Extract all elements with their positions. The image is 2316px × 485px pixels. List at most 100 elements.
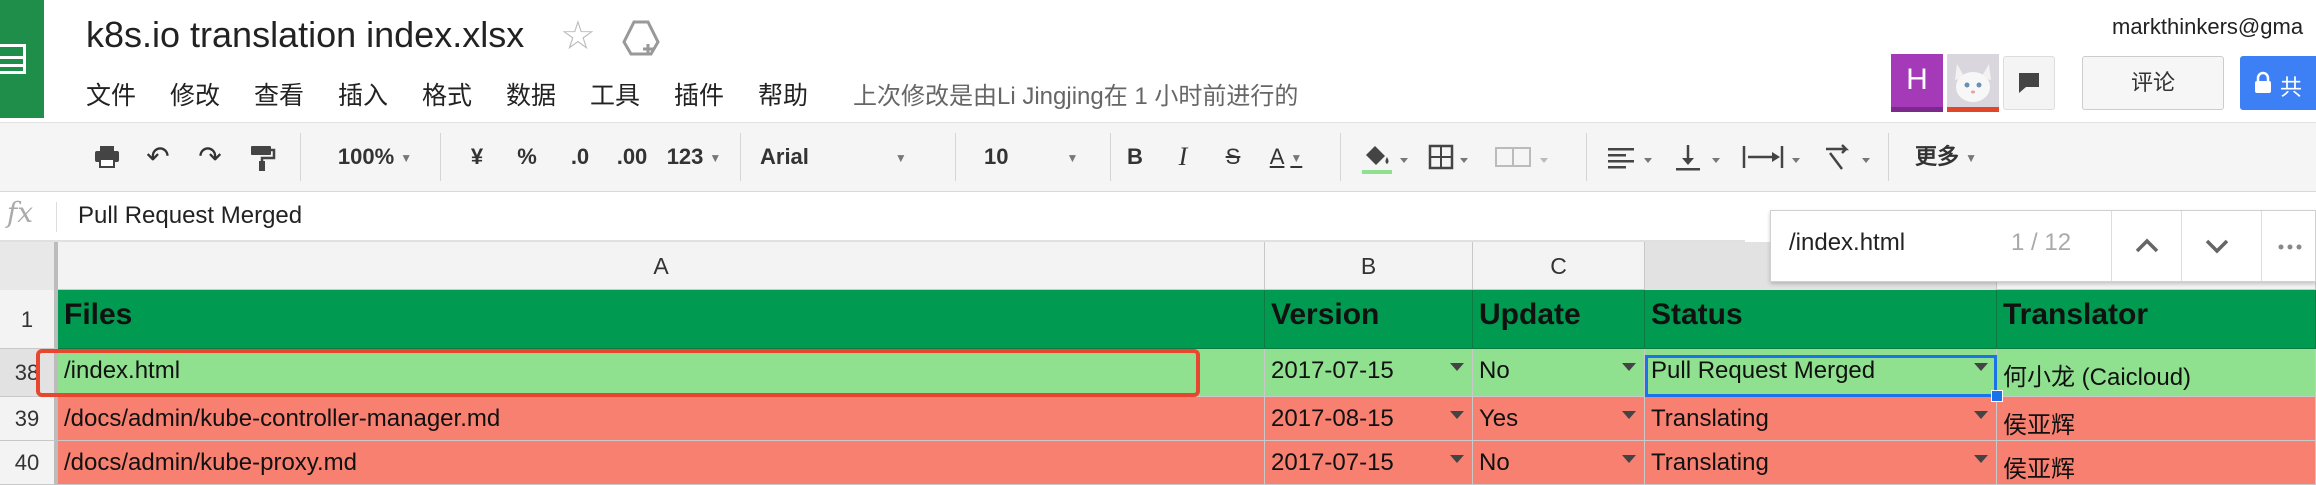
toolbar: ↶ ↷ 100% ▼ ¥ % .0 .00 123 ▼ Arial ▼ 10 ▼ B I… — [0, 122, 2316, 192]
redo-icon[interactable]: ↷ — [192, 137, 228, 177]
cell-version[interactable]: 2017-07-15 — [1265, 349, 1473, 397]
toolbar-separator — [1888, 133, 1889, 181]
fill-handle[interactable] — [1991, 390, 2003, 402]
menu-data[interactable]: 数据 — [506, 76, 556, 112]
dropdown-arrow-icon[interactable] — [1974, 455, 1988, 463]
menu-edit[interactable]: 修改 — [170, 76, 220, 112]
cell-update[interactable]: No — [1473, 349, 1645, 397]
menu-help[interactable]: 帮助 — [758, 76, 808, 112]
row-header-39[interactable]: 39 — [0, 397, 58, 441]
row-header-40[interactable]: 40 — [0, 441, 58, 485]
dropdown-arrow-icon[interactable] — [1450, 455, 1464, 463]
cell-update-text: Yes — [1479, 405, 1519, 432]
toolbar-separator — [1110, 133, 1111, 181]
document-title[interactable]: k8s.io translation index.xlsx — [86, 14, 524, 56]
font-size-select[interactable]: 10 ▼ — [984, 137, 1104, 177]
find-previous-button[interactable] — [2111, 211, 2181, 281]
menu-addons[interactable]: 插件 — [674, 76, 724, 112]
menu-file[interactable]: 文件 — [86, 76, 136, 112]
fx-icon: fx — [6, 196, 34, 229]
text-rotate-icon — [1826, 144, 1870, 170]
merge-cells-icon — [1495, 147, 1548, 167]
bold-button[interactable]: B — [1118, 137, 1152, 177]
header-cell-update[interactable]: Update — [1473, 290, 1645, 349]
header-cell-version[interactable]: Version — [1265, 290, 1473, 349]
collaborator-avatar-cat[interactable] — [1947, 54, 1999, 112]
text-wrap-button[interactable] — [1740, 137, 1812, 177]
cell-file[interactable]: /docs/admin/kube-controller-manager.md — [58, 397, 1265, 441]
collaborator-avatar-h[interactable]: H — [1891, 54, 1943, 112]
table-row: /docs/admin/kube-proxy.md 2017-07-15 No … — [58, 441, 2316, 485]
print-icon[interactable] — [88, 137, 126, 177]
dropdown-arrow-icon[interactable] — [1450, 411, 1464, 419]
zoom-select[interactable]: 100% ▼ — [320, 137, 430, 177]
drive-folder-icon[interactable] — [622, 20, 660, 56]
column-header-c[interactable]: C — [1473, 242, 1645, 290]
cell-version[interactable]: 2017-07-15 — [1265, 441, 1473, 485]
align-left-icon — [1608, 148, 1652, 169]
more-label: 更多 — [1915, 144, 1960, 169]
cat-photo-icon — [1947, 54, 1999, 107]
sheets-logo[interactable] — [0, 0, 44, 118]
find-input[interactable]: /index.html — [1789, 229, 1905, 257]
star-icon[interactable]: ☆ — [560, 16, 596, 56]
account-email[interactable]: markthinkers@gma — [2112, 14, 2303, 40]
share-button[interactable]: 共 — [2240, 56, 2316, 110]
active-cell-selection[interactable] — [1645, 355, 1997, 397]
row-header-1[interactable]: 1 — [0, 290, 58, 349]
text-color-button[interactable]: A ▼ — [1262, 137, 1310, 177]
cell-translator[interactable]: 侯亚辉 — [1997, 441, 2316, 485]
more-formats-select[interactable]: 123 ▼ — [660, 137, 728, 177]
menu-view[interactable]: 查看 — [254, 76, 304, 112]
dropdown-arrow-icon[interactable] — [1622, 363, 1636, 371]
column-header-b[interactable]: B — [1265, 242, 1473, 290]
cell-status[interactable]: Translating — [1645, 441, 1997, 485]
find-count: 1 / 12 — [2011, 229, 2072, 256]
cell-update[interactable]: No — [1473, 441, 1645, 485]
more-button[interactable]: 更多 ▼ — [1906, 137, 1986, 177]
last-edit-link[interactable]: 上次修改是由Li Jingjing在 1 小时前进行的 — [853, 76, 1298, 111]
percent-format-button[interactable]: % — [512, 137, 542, 177]
dropdown-arrow-icon[interactable] — [1450, 363, 1464, 371]
find-next-button[interactable] — [2181, 211, 2251, 281]
formula-input[interactable]: Pull Request Merged — [78, 202, 302, 230]
cell-translator[interactable]: 侯亚辉 — [1997, 397, 2316, 441]
cell-version-text: 2017-07-15 — [1271, 357, 1394, 384]
select-all-corner[interactable] — [0, 242, 58, 290]
chat-icon[interactable] — [2003, 56, 2055, 110]
italic-button[interactable]: I — [1166, 137, 1200, 177]
increase-decimal-button[interactable]: .00 — [610, 137, 654, 177]
menu-insert[interactable]: 插入 — [338, 76, 388, 112]
header-cell-translator[interactable]: Translator — [1997, 290, 2316, 349]
formula-separator — [56, 202, 57, 232]
cell-version[interactable]: 2017-08-15 — [1265, 397, 1473, 441]
horizontal-align-button[interactable] — [1604, 137, 1662, 177]
vertical-align-button[interactable] — [1672, 137, 1730, 177]
fill-color-button[interactable] — [1358, 137, 1416, 177]
undo-icon[interactable]: ↶ — [140, 137, 176, 177]
comments-button[interactable]: 评论 — [2082, 56, 2224, 110]
cell-status[interactable]: Translating — [1645, 397, 1997, 441]
decrease-decimal-button[interactable]: .0 — [562, 137, 598, 177]
currency-format-button[interactable]: ¥ — [462, 137, 492, 177]
menu-tools[interactable]: 工具 — [590, 76, 640, 112]
font-family-select[interactable]: Arial ▼ — [760, 137, 930, 177]
cell-update[interactable]: Yes — [1473, 397, 1645, 441]
dropdown-arrow-icon[interactable] — [1622, 411, 1636, 419]
find-more-options[interactable] — [2261, 211, 2316, 281]
header-cell-files[interactable]: Files — [58, 290, 1265, 349]
borders-button[interactable] — [1424, 137, 1476, 177]
header-cell-status[interactable]: Status — [1645, 290, 1997, 349]
text-rotation-button[interactable] — [1818, 137, 1880, 177]
highlight-annotation — [36, 349, 1200, 397]
paint-format-icon[interactable] — [244, 137, 280, 177]
dropdown-arrow-icon[interactable] — [1622, 455, 1636, 463]
dropdown-arrow-icon[interactable] — [1974, 411, 1988, 419]
cell-status-text: Translating — [1651, 449, 1769, 476]
strikethrough-button[interactable]: S — [1216, 137, 1250, 177]
column-header-a[interactable]: A — [58, 242, 1265, 290]
merge-cells-button[interactable] — [1490, 137, 1556, 177]
cell-translator[interactable]: 何小龙 (Caicloud) — [1997, 349, 2316, 397]
cell-file[interactable]: /docs/admin/kube-proxy.md — [58, 441, 1265, 485]
menu-format[interactable]: 格式 — [422, 76, 472, 112]
